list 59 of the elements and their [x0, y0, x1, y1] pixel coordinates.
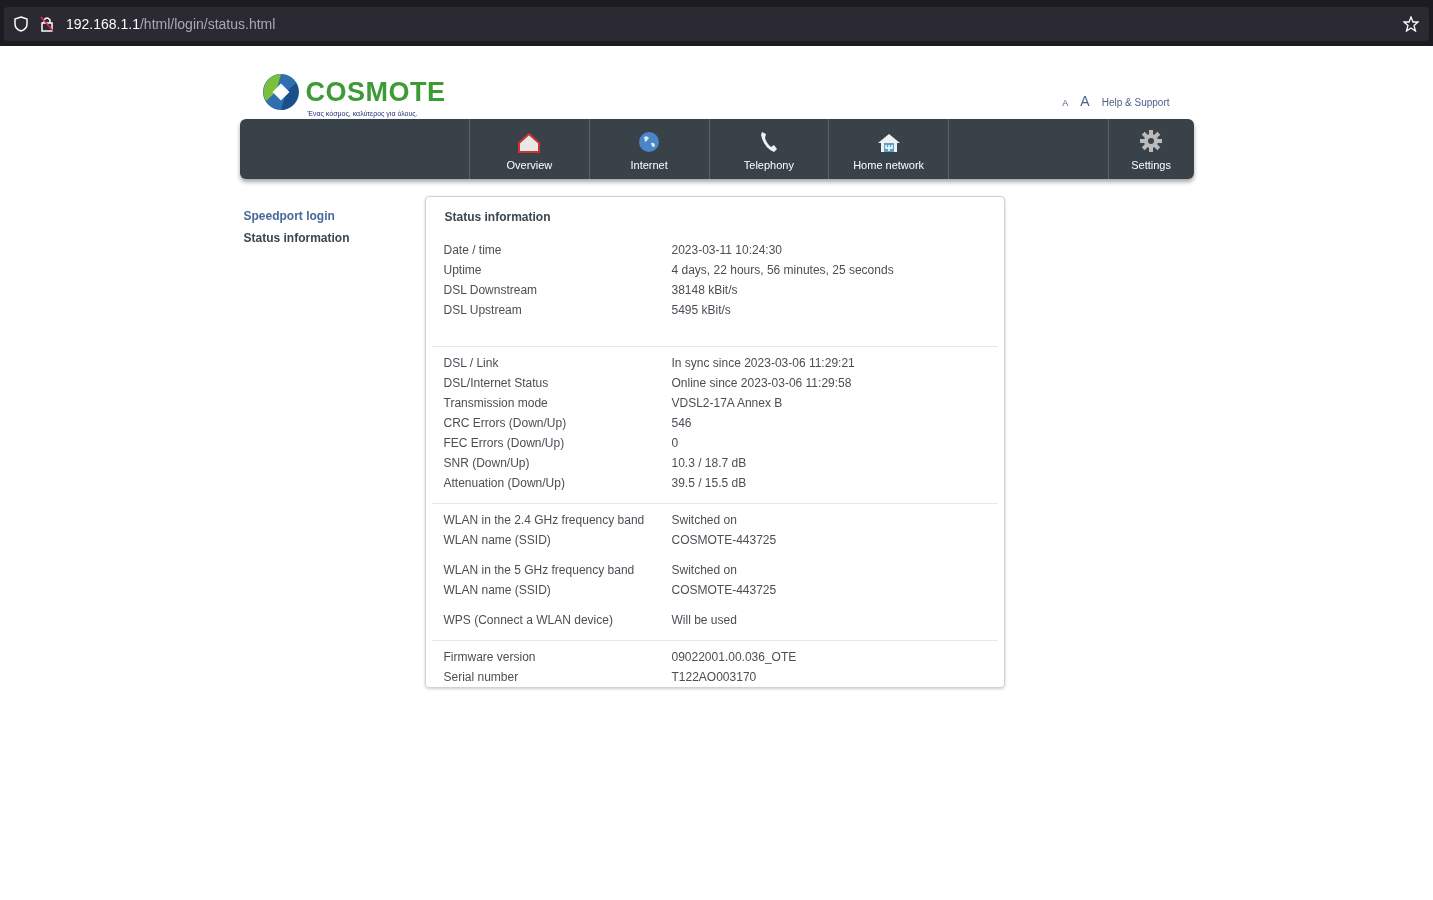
field-label: Date / time [443, 243, 503, 257]
field-value: 09022001.00.036_OTE [671, 650, 798, 664]
field-label: DSL Downstream [443, 283, 539, 297]
field-label: Serial number [443, 670, 520, 684]
field-label: Attenuation (Down/Up) [443, 476, 566, 490]
globe-icon [638, 131, 661, 153]
home-network-icon [876, 133, 901, 153]
field-value: 39.5 / 15.5 dB [671, 476, 748, 490]
phone-icon [758, 131, 779, 153]
url-text[interactable]: 192.168.1.1/html/login/status.html [66, 16, 276, 32]
field-value: 5495 kBit/s [671, 303, 732, 317]
field-label: WPS (Connect a WLAN device) [443, 613, 614, 627]
field-label: WLAN name (SSID) [443, 533, 552, 547]
field-label: DSL Upstream [443, 303, 523, 317]
sidebar-link[interactable]: Speedport login [243, 209, 425, 223]
nav-tab[interactable]: Telephony [709, 119, 830, 179]
field-value: 4 days, 22 hours, 56 minutes, 25 seconds [671, 263, 895, 277]
field-value: 546 [671, 416, 693, 430]
field-value: T122AO003170 [671, 670, 758, 684]
field-value: In sync since 2023-03-06 11:29:21 [671, 356, 856, 370]
field-label: Uptime [443, 263, 483, 277]
field-value: 38148 kBit/s [671, 283, 739, 297]
shield-icon [14, 16, 28, 32]
font-size-small[interactable]: A [1062, 98, 1069, 108]
field-label: Firmware version [443, 650, 537, 664]
address-bar[interactable]: 192.168.1.1/html/login/status.html [4, 7, 1429, 41]
font-size-large[interactable]: A [1080, 93, 1090, 109]
field-label: WLAN name (SSID) [443, 583, 552, 597]
field-label: WLAN in the 2.4 GHz frequency band [443, 513, 646, 527]
field-value: Switched on [671, 563, 738, 577]
house-icon [518, 133, 541, 153]
field-label: Transmission mode [443, 396, 549, 410]
field-value: 0 [671, 436, 680, 450]
star-icon[interactable] [1403, 16, 1419, 32]
field-label: CRC Errors (Down/Up) [443, 416, 568, 430]
sidebar-link[interactable]: Status information [243, 231, 425, 245]
field-value: Will be used [671, 613, 738, 627]
insecure-lock-icon [40, 16, 54, 32]
field-value: COSMOTE-443725 [671, 583, 778, 597]
logo-icon [261, 73, 300, 111]
brand-name: COSMOTE [305, 78, 446, 106]
nav-tab[interactable]: Internet [589, 119, 710, 179]
field-value: Online since 2023-03-06 11:29:58 [671, 376, 853, 390]
help-link[interactable]: Help & Support [1101, 97, 1170, 108]
field-value: Switched on [671, 513, 738, 527]
settings-icon [1139, 129, 1164, 153]
field-value: VDSL2-17A Annex B [671, 396, 784, 410]
nav-tab[interactable]: Overview [470, 119, 590, 179]
field-label: SNR (Down/Up) [443, 456, 531, 470]
nav-tab[interactable]: Settings [1108, 119, 1194, 179]
field-value: COSMOTE-443725 [671, 533, 778, 547]
field-label: DSL/Internet Status [443, 376, 550, 390]
field-value: 2023-03-11 10:24:30 [671, 243, 784, 257]
field-label: FEC Errors (Down/Up) [443, 436, 566, 450]
field-label: DSL / Link [443, 356, 500, 370]
field-label: WLAN in the 5 GHz frequency band [443, 563, 636, 577]
nav-tab[interactable]: Home network [829, 119, 949, 179]
field-value: 10.3 / 18.7 dB [671, 456, 748, 470]
card-title: Status information [443, 210, 552, 224]
